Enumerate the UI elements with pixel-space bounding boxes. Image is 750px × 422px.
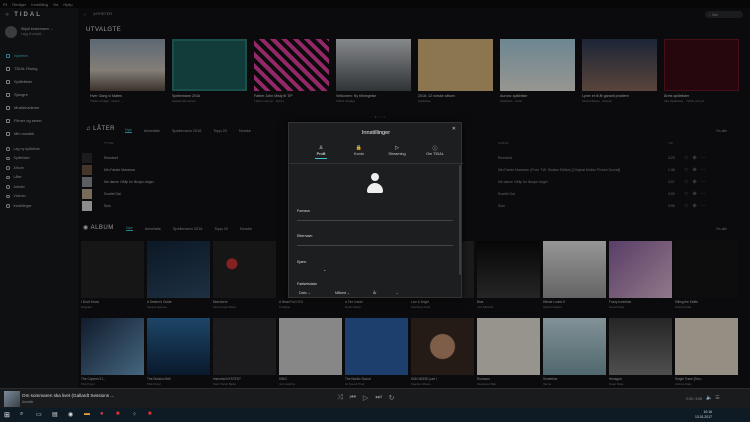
settings-dialog: Innstillinger ✕ ♙ Profil 🔒 Konto ▷ Streamin… [288,122,463,298]
close-icon[interactable]: ✕ [452,126,456,132]
day-select[interactable]: Dato ⌄ [299,291,311,295]
info-icon: ⓘ [432,146,438,152]
person-icon: ♙ [318,145,324,151]
volume-icon[interactable]: 🔈☰ [706,395,723,401]
year-select[interactable]: År ⌄ [373,291,399,295]
shuffle-icon[interactable]: ⤨ [337,394,343,402]
task-view-icon[interactable]: ▭ [36,411,42,418]
lock-icon: 🔒 [355,145,363,151]
app-icon[interactable]: ■ [148,411,152,417]
chevron-down-icon: ⌄ [323,267,327,272]
gender-select[interactable]: Kjønn ⌄ [297,260,453,274]
tab-streaming[interactable]: ▷ Streaming [379,145,415,158]
birth-date-label: Fødselsdato [297,282,317,286]
previous-icon[interactable]: ⏮ [350,394,356,402]
chevron-down-icon: ⌄ [307,291,311,295]
tidal-taskbar-icon[interactable]: ⁘ [132,411,137,418]
next-icon[interactable]: ⏭ [375,394,381,402]
explorer-icon[interactable]: ▤ [52,411,58,418]
repeat-icon[interactable]: ↻ [389,394,395,402]
profile-avatar-icon[interactable] [366,173,384,197]
month-select[interactable]: Måned ⌄ [335,291,350,295]
app-icon[interactable]: ■ [116,411,120,417]
playback-time: 0:00 / 3:55 [686,397,703,401]
chevron-down-icon: ⌄ [347,291,351,295]
play-icon: ▷ [395,145,399,151]
last-name-field[interactable]: Etternavn [297,234,453,248]
search-icon[interactable]: ⌕ [20,411,23,418]
chevron-down-icon: ⌄ [395,291,399,295]
now-playing-cover[interactable] [4,391,20,407]
settings-tabs: ♙ Profil 🔒 Konto ▷ Streaming ⓘ Om TIDAL [303,145,453,159]
windows-taskbar: ⊞ ⌕ ▭ ▤ ◉ ▬ ● ■ ⁘ ■ 10:16 13.01.2017 [0,408,750,422]
tab-konto[interactable]: 🔒 Konto [341,145,377,158]
now-playing-title[interactable]: Om sommaren ska livet (Gallardt Sessions… [22,393,114,398]
first-name-field[interactable]: Fornavn [297,209,453,223]
system-clock[interactable]: 10:16 13.01.2017 [695,410,712,419]
app-icon[interactable]: ● [100,411,104,417]
player-controls: ⤨ ⏮ ▷ ⏭ ↻ [337,394,395,402]
folder-icon[interactable]: ▬ [84,411,90,417]
dialog-scrollbar[interactable] [459,165,461,275]
play-icon[interactable]: ▷ [363,394,368,402]
browser-icon[interactable]: ◉ [68,411,73,418]
windows-start-icon[interactable]: ⊞ [4,411,10,419]
tidal-app-window: Fil Rediger Innstilling Vis Hjelp ⁘ TIDAL… [0,0,750,422]
tab-om-tidal[interactable]: ⓘ Om TIDAL [417,145,453,158]
dialog-title: Innstillinger [361,130,391,136]
player-bar: Om sommaren ska livet (Gallardt Sessions… [0,388,750,408]
now-playing-artist[interactable]: Annelie [22,400,33,404]
tab-profil[interactable]: ♙ Profil [303,145,339,159]
